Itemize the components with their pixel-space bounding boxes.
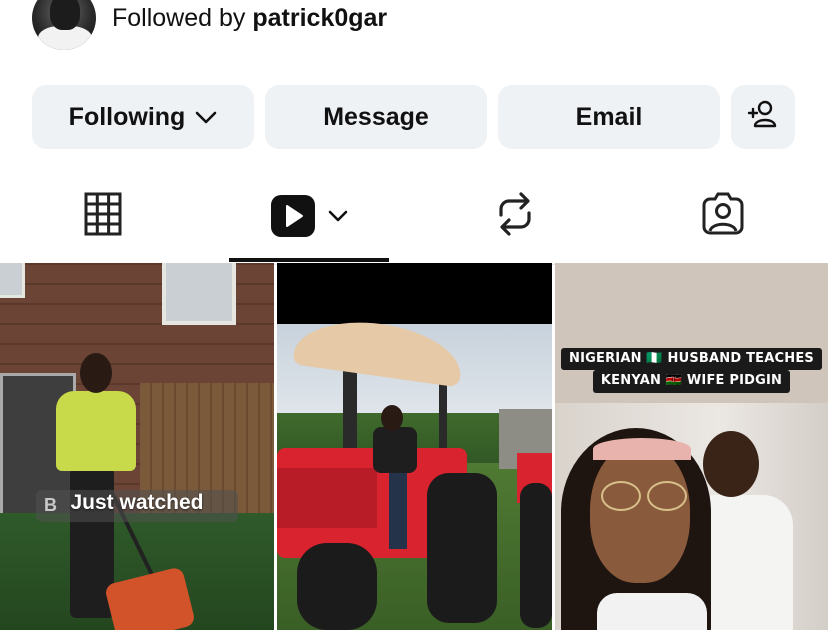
chevron-down-icon <box>328 210 348 222</box>
add-user-icon <box>747 100 779 135</box>
follower-avatar[interactable] <box>32 0 96 50</box>
tab-reels[interactable] <box>229 168 389 264</box>
repost-icon <box>495 191 535 242</box>
message-label: Message <box>323 102 429 131</box>
reel-thumbnail[interactable]: B Just watched <box>0 263 274 630</box>
profile-actions: Following Message Email <box>32 85 795 149</box>
following-button[interactable]: Following <box>32 85 254 149</box>
video-caption-line2: KENYAN 🇰🇪 WIFE PIDGIN <box>592 370 791 393</box>
just-watched-label: Just watched <box>70 491 204 514</box>
profile-tabs <box>0 168 828 265</box>
tab-tagged[interactable] <box>618 168 828 264</box>
tab-reposts[interactable] <box>412 168 618 264</box>
reels-icon <box>270 194 348 238</box>
add-user-button[interactable] <box>731 85 795 149</box>
followed-by-row[interactable]: Followed by patrick0gar <box>32 0 387 50</box>
following-label: Following <box>68 102 186 131</box>
chevron-down-icon <box>195 103 217 132</box>
tab-grid[interactable] <box>0 168 206 264</box>
tagged-icon <box>700 191 746 242</box>
email-label: Email <box>575 102 643 131</box>
followed-by-text: Followed by patrick0gar <box>112 4 387 33</box>
reel-thumbnail[interactable] <box>277 263 552 630</box>
grid-icon <box>84 192 122 241</box>
video-caption: NIGERIAN 🇳🇬 HUSBAND TEACHES KENYAN 🇰🇪 WI… <box>555 348 828 393</box>
video-caption-line1: NIGERIAN 🇳🇬 HUSBAND TEACHES <box>561 348 822 371</box>
message-button[interactable]: Message <box>265 85 487 149</box>
followed-by-username[interactable]: patrick0gar <box>252 4 387 32</box>
active-tab-indicator <box>229 258 389 262</box>
email-button[interactable]: Email <box>498 85 720 149</box>
followed-by-prefix: Followed by <box>112 3 246 32</box>
reel-thumbnail[interactable]: NIGERIAN 🇳🇬 HUSBAND TEACHES KENYAN 🇰🇪 WI… <box>555 263 828 630</box>
reels-grid: B Just watched NIGERIAN 🇳🇬 HUSBAND TEACH… <box>0 263 828 630</box>
